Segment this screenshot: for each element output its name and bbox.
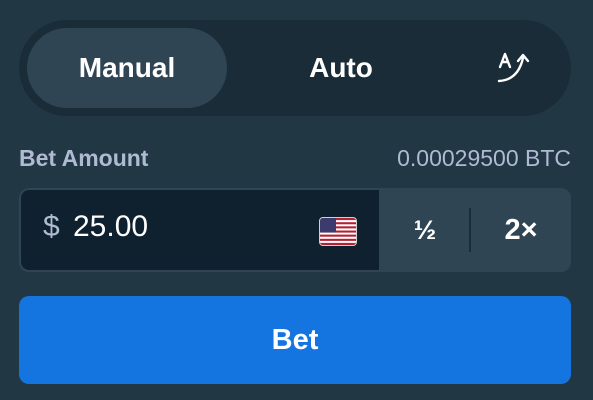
bet-amount-value: 25.00 (73, 210, 149, 243)
currency-symbol: $ (43, 210, 60, 243)
mode-tabs: Manual Auto (19, 20, 571, 116)
double-bet-label: 2× (504, 213, 538, 246)
bet-button[interactable]: Bet (19, 296, 571, 384)
us-flag-icon[interactable] (319, 217, 357, 246)
double-bet-button[interactable]: 2× (471, 188, 571, 272)
bet-amount-input-group: $ 25.00 ½ 2× (19, 188, 571, 272)
half-bet-button[interactable]: ½ (381, 188, 469, 272)
tab-manual-label: Manual (78, 52, 176, 83)
bet-button-label: Bet (271, 323, 319, 356)
bet-amount-header: Bet Amount 0.00029500 BTC (19, 145, 571, 177)
crypto-equivalent: 0.00029500 BTC (397, 145, 571, 171)
tab-manual[interactable]: Manual (27, 28, 227, 108)
tab-auto-label: Auto (309, 52, 373, 83)
auto-betting-arrow-icon (497, 52, 530, 83)
auto-bet-strategy-button[interactable] (479, 28, 549, 108)
bet-amount-input[interactable]: $ 25.00 (21, 190, 379, 270)
tab-auto[interactable]: Auto (241, 28, 441, 108)
bet-amount-label: Bet Amount (19, 145, 149, 171)
half-bet-label: ½ (413, 214, 437, 245)
